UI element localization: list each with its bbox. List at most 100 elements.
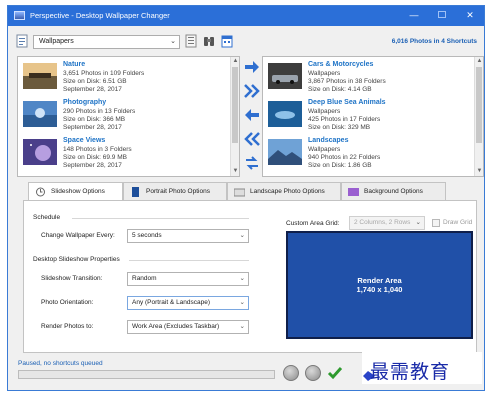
photography-thumbnail	[23, 101, 57, 127]
change-wallpaper-value: 5 seconds	[132, 232, 162, 239]
divider	[129, 260, 249, 261]
tab-landscape-photo-options[interactable]: Landscape Photo Options	[227, 182, 341, 201]
calendar-icon[interactable]	[221, 34, 233, 48]
custom-grid-label: Custom Area Grid:	[286, 220, 340, 227]
list-item-size: Size on Disk: 366 MB	[63, 116, 126, 123]
list-item-collection: Wallpapers	[308, 108, 341, 115]
transition-value: Random	[132, 275, 157, 282]
list-item-name: Nature	[63, 61, 86, 68]
custom-grid-select[interactable]: 2 Columns, 2 Rows ⌄	[349, 216, 425, 230]
orientation-select[interactable]: Any (Portrait & Landscape) ⌄	[127, 296, 249, 310]
tab-slideshow-options[interactable]: Slideshow Options	[28, 182, 123, 202]
minimize-button[interactable]: —	[401, 8, 427, 23]
chevron-down-icon: ⌄	[239, 275, 245, 282]
previous-button[interactable]	[283, 365, 299, 381]
list-item-name: Deep Blue Sea Animals	[308, 99, 386, 106]
list-item-collection: Wallpapers	[308, 70, 341, 77]
orientation-label: Photo Orientation:	[41, 299, 94, 306]
app-icon	[14, 11, 25, 20]
notes-icon[interactable]	[185, 34, 197, 48]
chevron-down-icon: ⌄	[170, 38, 176, 45]
nature-thumbnail	[23, 63, 57, 89]
scroll-thumb[interactable]	[476, 67, 482, 143]
list-item[interactable]: Photography 290 Photos in 13 Folders Siz…	[20, 97, 230, 135]
list-item[interactable]: Cars & Motorcycles Wallpapers 3,867 Phot…	[265, 59, 475, 97]
list-item-size: Size on Disk: 4.14 GB	[308, 86, 372, 93]
watermark-text: 最需教育	[370, 361, 451, 383]
available-shortcuts-list[interactable]: Nature 3,651 Photos in 109 Folders Size …	[17, 56, 240, 177]
transition-select[interactable]: Random ⌄	[127, 272, 249, 286]
shortcut-select-value: Wallpapers	[39, 38, 74, 45]
render-to-value: Work Area (Excludes Taskbar)	[132, 323, 220, 330]
left-list-scrollbar[interactable]: ▲ ▼	[230, 57, 239, 176]
render-to-label: Render Photos to:	[41, 323, 94, 330]
list-item[interactable]: Space Views 148 Photos in 3 Folders Size…	[20, 135, 230, 173]
scroll-up-icon[interactable]: ▲	[231, 57, 239, 66]
draw-grid-checkbox[interactable]	[432, 219, 440, 227]
remove-arrow-icon[interactable]	[244, 108, 260, 122]
list-item-name: Photography	[63, 99, 107, 106]
title-bar: Perspective - Desktop Wallpaper Changer …	[8, 6, 484, 26]
list-item-collection: Wallpapers	[308, 146, 341, 153]
list-item-date: September 28, 2017	[63, 162, 122, 169]
list-item-date: September 28, 2017	[63, 124, 122, 131]
binoculars-icon[interactable]	[203, 34, 215, 48]
close-button[interactable]: ✕	[457, 8, 483, 23]
tab-label: Landscape Photo Options	[250, 188, 325, 195]
apply-check-icon[interactable]	[327, 365, 343, 381]
list-item-photos: 148 Photos in 3 Folders	[63, 146, 132, 153]
draw-grid-label: Draw Grid	[443, 219, 473, 226]
change-wallpaper-select[interactable]: 5 seconds ⌄	[127, 229, 249, 243]
tab-label: Slideshow Options	[51, 188, 105, 195]
list-item-name: Cars & Motorcycles	[308, 61, 374, 68]
tab-background-options[interactable]: Background Options	[341, 182, 446, 201]
right-list-scrollbar[interactable]: ▲ ▼	[474, 57, 483, 176]
slideshow-options-panel: Schedule Change Wallpaper Every: 5 secon…	[23, 200, 477, 353]
background-icon	[348, 188, 359, 196]
render-to-select[interactable]: Work Area (Excludes Taskbar) ⌄	[127, 320, 249, 334]
scroll-down-icon[interactable]: ▼	[475, 167, 483, 176]
list-item-photos: 3,651 Photos in 109 Folders	[63, 70, 145, 77]
orientation-value: Any (Portrait & Landscape)	[132, 299, 211, 306]
render-area-size: 1,740 x 1,040	[356, 285, 403, 294]
landscapes-thumbnail	[268, 139, 302, 165]
list-item-size: Size on Disk: 69.9 MB	[63, 154, 127, 161]
space-views-thumbnail	[23, 139, 57, 165]
list-item-size: Size on Disk: 6.51 GB	[63, 78, 127, 85]
list-item-name: Space Views	[63, 137, 106, 144]
swap-arrow-icon[interactable]	[244, 156, 260, 170]
tab-label: Background Options	[364, 188, 423, 195]
scroll-thumb[interactable]	[232, 67, 238, 143]
list-item[interactable]: Landscapes Wallpapers 940 Photos in 22 F…	[265, 135, 475, 173]
maximize-button[interactable]	[429, 8, 455, 23]
status-text: Paused, no shortcuts queued	[18, 360, 103, 367]
page-icon[interactable]	[16, 34, 28, 48]
divider	[72, 218, 249, 219]
slideshow-properties-heading: Desktop Slideshow Properties	[33, 256, 120, 263]
pause-button[interactable]	[305, 365, 321, 381]
list-item-photos: 425 Photos in 17 Folders	[308, 116, 381, 123]
tab-label: Portrait Photo Options	[146, 188, 210, 195]
scroll-down-icon[interactable]: ▼	[231, 167, 239, 176]
list-item-size: Size on Disk: 1.86 GB	[308, 162, 372, 169]
list-item-name: Landscapes	[308, 137, 349, 144]
cars-thumbnail	[268, 63, 302, 89]
list-item[interactable]: Deep Blue Sea Animals Wallpapers 425 Pho…	[265, 97, 475, 135]
chevron-down-icon: ⌄	[415, 219, 421, 226]
scroll-up-icon[interactable]: ▲	[475, 57, 483, 66]
list-item-date: September 28, 2017	[63, 86, 122, 93]
remove-all-arrow-icon[interactable]	[244, 132, 260, 146]
schedule-heading: Schedule	[33, 214, 61, 221]
chevron-down-icon: ⌄	[239, 232, 245, 239]
queued-shortcuts-list[interactable]: Cars & Motorcycles Wallpapers 3,867 Phot…	[262, 56, 484, 177]
sea-animals-thumbnail	[268, 101, 302, 127]
list-item[interactable]: Nature 3,651 Photos in 109 Folders Size …	[20, 59, 230, 97]
add-arrow-icon[interactable]	[244, 60, 260, 74]
render-area-title: Render Area	[357, 276, 402, 285]
window-title: Perspective - Desktop Wallpaper Changer	[30, 11, 170, 20]
add-all-arrow-icon[interactable]	[244, 84, 260, 98]
tab-portrait-photo-options[interactable]: Portrait Photo Options	[123, 182, 227, 201]
transition-label: Slideshow Transition:	[41, 275, 103, 282]
watermark: 最需教育	[362, 352, 482, 384]
shortcut-select[interactable]: Wallpapers ⌄	[33, 35, 180, 49]
